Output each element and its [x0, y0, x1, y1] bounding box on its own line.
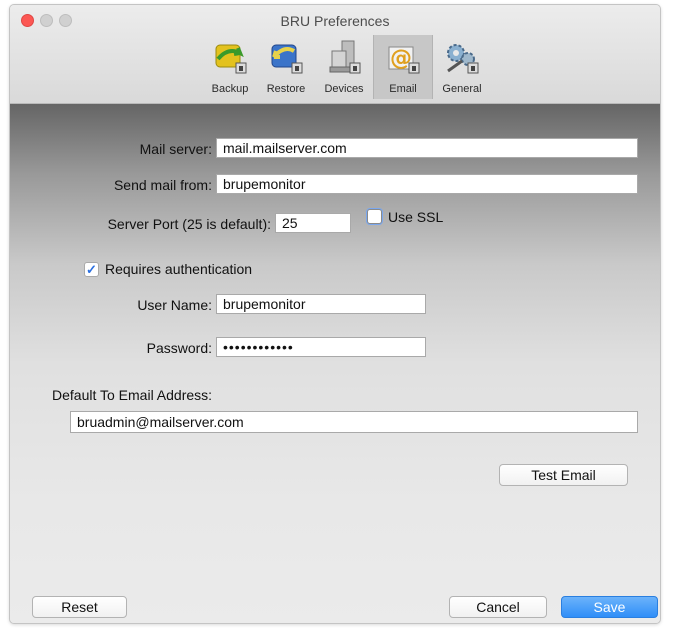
- requires-authentication-label: Requires authentication: [105, 261, 253, 277]
- reset-button[interactable]: Reset: [32, 596, 127, 618]
- tab-restore[interactable]: Restore: [257, 35, 315, 99]
- cancel-button[interactable]: Cancel: [449, 596, 547, 618]
- tab-backup-label: Backup: [211, 83, 249, 95]
- backup-icon: [215, 44, 247, 74]
- general-gears-icon: [447, 44, 479, 74]
- tab-email-label: Email: [389, 83, 417, 95]
- user-name-label: User Name:: [137, 297, 212, 313]
- email-icon: @: [388, 46, 420, 74]
- server-port-input[interactable]: [275, 213, 351, 233]
- user-name-input[interactable]: [216, 294, 426, 314]
- email-settings-panel: Mail server: Send mail from: Server Port…: [10, 104, 660, 623]
- tab-general[interactable]: General: [433, 35, 491, 99]
- use-ssl-label: Use SSL: [388, 209, 444, 225]
- test-email-button[interactable]: Test Email: [499, 464, 628, 486]
- mail-server-input[interactable]: [216, 138, 638, 158]
- tab-devices[interactable]: Devices: [315, 35, 373, 99]
- requires-authentication-checkbox[interactable]: ✓: [84, 262, 99, 277]
- tab-devices-label: Devices: [324, 83, 364, 95]
- send-mail-from-input[interactable]: [216, 174, 638, 194]
- server-port-label: Server Port (25 is default):: [107, 216, 271, 232]
- use-ssl-checkbox[interactable]: [367, 209, 382, 224]
- tab-email[interactable]: @ Email: [373, 35, 433, 99]
- title-bar: BRU Preferences Backup Restore Devices @…: [10, 5, 660, 104]
- password-input[interactable]: [216, 337, 426, 357]
- password-label: Password:: [146, 340, 212, 356]
- devices-icon: [329, 40, 361, 74]
- save-button[interactable]: Save: [561, 596, 658, 618]
- mail-server-label: Mail server:: [139, 141, 212, 157]
- preferences-window: BRU Preferences Backup Restore Devices @…: [9, 4, 661, 624]
- tab-general-label: General: [442, 83, 482, 95]
- window-title: BRU Preferences: [280, 13, 390, 29]
- default-to-email-input[interactable]: [70, 411, 638, 433]
- tab-backup[interactable]: Backup: [201, 35, 259, 99]
- restore-icon: [271, 44, 303, 74]
- default-to-email-label: Default To Email Address:: [52, 387, 213, 403]
- send-mail-from-label: Send mail from:: [113, 177, 212, 193]
- tab-restore-label: Restore: [266, 83, 306, 95]
